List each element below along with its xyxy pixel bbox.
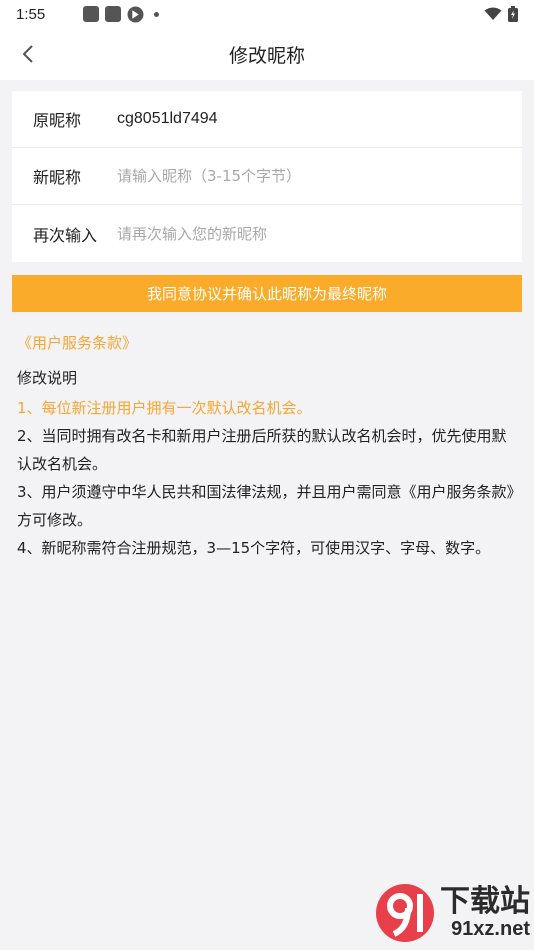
page-title: 修改昵称 [228,44,305,67]
status-right-icons [484,6,518,22]
watermark-domain: 91xz.net [451,918,530,940]
status-app-icons [83,6,160,23]
watermark: 下载站 91xz.net [374,882,530,944]
instructions-title: 修改说明 [17,369,78,387]
watermark-logo-icon [376,884,434,942]
status-time: 1:55 [16,5,46,23]
app-icon [105,6,122,22]
app-icon [127,6,144,22]
confirm-nickname-input[interactable] [117,224,501,243]
header: 修改昵称 [0,28,534,80]
confirm-nickname-row: 再次输入 [12,205,522,262]
instruction-item: 2、当同时拥有改名卡和新用户注册后所获的默认改名机会时，优先使用默认改名机会。 [17,427,507,473]
original-nickname-row: 原昵称 cg8051ld7494 [12,91,522,148]
notification-dot [154,11,160,17]
nickname-form: 原昵称 cg8051ld7494 新昵称 再次输入 [12,91,522,262]
instruction-item: 3、用户须遵守中华人民共和国法律法规，并且用户需同意《用户服务条款》方可修改。 [17,483,515,529]
original-nickname-value: cg8051ld7494 [117,110,218,127]
confirm-nickname-label: 再次输入 [33,225,98,245]
instruction-item: 4、新昵称需符合注册规范，3—15个字符，可使用汉字、字母、数字。 [17,539,491,557]
chevron-left-icon [22,45,33,63]
wifi-icon [484,7,502,20]
back-button[interactable] [10,36,46,72]
instruction-item: 1、每位新注册用户拥有一次默认改名机会。 [17,399,312,417]
app-icon [83,6,100,22]
original-nickname-label: 原昵称 [33,111,82,130]
new-nickname-label: 新昵称 [33,168,82,187]
new-nickname-row: 新昵称 [12,148,522,205]
watermark-title: 下载站 [440,884,530,919]
battery-icon [508,6,518,22]
new-nickname-input[interactable] [117,167,501,185]
terms-of-service-link[interactable]: 《用户服务条款》 [17,332,137,353]
agree-confirm-button[interactable]: 我同意协议并确认此昵称为最终昵称 [12,275,522,312]
status-bar: 1:55 [0,0,534,28]
instructions: 修改说明 1、每位新注册用户拥有一次默认改名机会。 2、当同时拥有改名卡和新用户… [17,367,518,562]
